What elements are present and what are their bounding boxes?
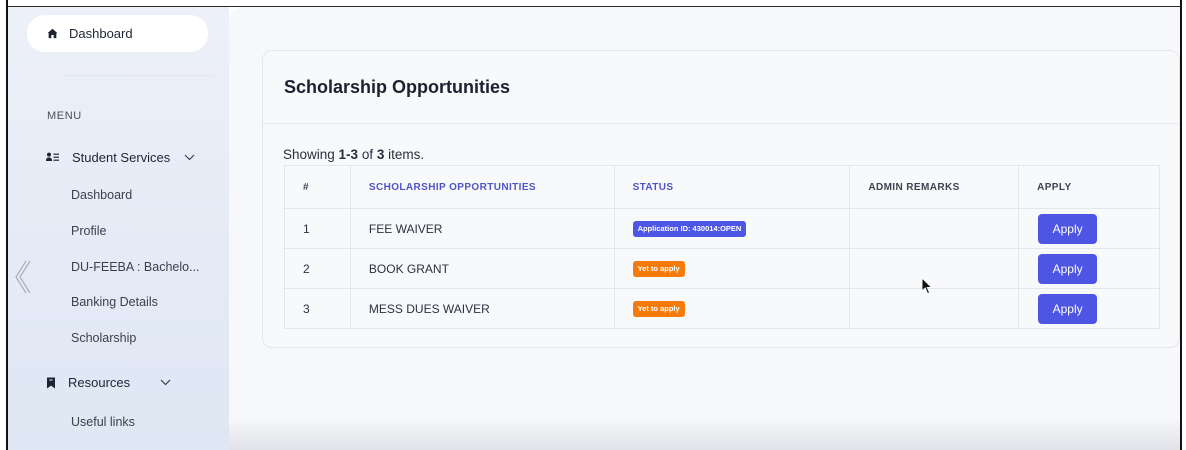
sidebar-item-profile[interactable]: Profile [71, 224, 106, 238]
scholarship-table: # SCHOLARSHIP OPPORTUNITIES STATUS ADMIN… [284, 165, 1160, 329]
menu-heading: MENU [47, 110, 82, 122]
frame-right-border [1180, 0, 1182, 450]
sidebar: Dashboard MENU Student Services Dashboar… [8, 7, 229, 450]
admin-remarks-cell [849, 288, 1020, 329]
users-list-icon [46, 152, 59, 161]
sidebar-item-scholarship[interactable]: Scholarship [71, 331, 136, 345]
summary-prefix: Showing [283, 147, 339, 162]
bottom-shadow [229, 417, 1180, 450]
status-cell: Yet to apply [613, 288, 851, 329]
sidebar-item-label: Dashboard [69, 26, 133, 41]
sidebar-item-du-feeba[interactable]: DU-FEEBA : Bachelo... [71, 260, 200, 274]
chevron-down-icon[interactable] [160, 379, 171, 386]
status-cell: Yet to apply [613, 248, 851, 289]
sidebar-group-resources[interactable]: Resources [46, 375, 171, 390]
sidebar-item-dashboard[interactable]: Dashboard [71, 188, 132, 202]
page-title: Scholarship Opportunities [284, 76, 511, 97]
sidebar-item-banking-details[interactable]: Banking Details [71, 295, 158, 309]
admin-remarks-cell [849, 248, 1020, 289]
summary-suffix: items. [384, 147, 425, 162]
chevron-down-icon[interactable] [184, 154, 195, 161]
main-content: Scholarship Opportunities Showing 1-3 of… [229, 7, 1180, 450]
apply-button[interactable]: Apply [1038, 213, 1098, 244]
table-row: 2 BOOK GRANT Yet to apply Apply [284, 248, 1160, 289]
row-index: 1 [284, 208, 351, 249]
sidebar-item-useful-links[interactable]: Useful links [71, 415, 135, 429]
column-header-status[interactable]: STATUS [613, 165, 851, 209]
column-header-admin-remarks: ADMIN REMARKS [849, 165, 1020, 209]
status-badge: Application ID: 430014:OPEN [632, 221, 747, 237]
scholarship-name: BOOK GRANT [349, 248, 615, 289]
apply-button[interactable]: Apply [1038, 253, 1098, 284]
mouse-pointer-icon [921, 277, 933, 295]
scholarship-name: FEE WAIVER [349, 208, 615, 249]
table-row: 3 MESS DUES WAIVER Yet to apply Apply [284, 288, 1160, 329]
column-header-index: # [284, 165, 351, 209]
sidebar-group-label: Resources [68, 375, 131, 390]
row-index: 3 [284, 288, 351, 329]
table-header-row: # SCHOLARSHIP OPPORTUNITIES STATUS ADMIN… [284, 165, 1160, 209]
status-badge: Yet to apply [632, 301, 685, 317]
sidebar-group-label: Student Services [72, 150, 171, 165]
chevron-left-icon[interactable] [12, 257, 32, 297]
apply-cell: Apply [1018, 248, 1160, 289]
scholarship-card: Scholarship Opportunities Showing 1-3 of… [262, 50, 1180, 348]
row-index: 2 [284, 248, 351, 289]
sidebar-group-student-services[interactable]: Student Services [46, 150, 195, 165]
column-header-apply: APPLY [1018, 165, 1160, 209]
card-header: Scholarship Opportunities [263, 51, 1179, 124]
home-icon [47, 28, 58, 39]
table-row: 1 FEE WAIVER Application ID: 430014:OPEN… [284, 208, 1160, 249]
apply-cell: Apply [1018, 208, 1160, 249]
status-badge: Yet to apply [632, 261, 685, 277]
apply-cell: Apply [1018, 288, 1160, 329]
apply-button[interactable]: Apply [1038, 293, 1098, 324]
status-cell: Application ID: 430014:OPEN [613, 208, 851, 249]
sidebar-divider [63, 75, 213, 76]
scholarship-name: MESS DUES WAIVER [349, 288, 615, 329]
pagination-summary: Showing 1-3 of 3 items. [283, 147, 424, 162]
column-header-scholarship[interactable]: SCHOLARSHIP OPPORTUNITIES [349, 165, 615, 209]
summary-range: 1-3 [338, 147, 359, 162]
sidebar-item-dashboard-top[interactable]: Dashboard [27, 15, 208, 52]
summary-middle: of [358, 147, 377, 162]
bookmark-icon [47, 377, 55, 388]
admin-remarks-cell [849, 208, 1020, 249]
